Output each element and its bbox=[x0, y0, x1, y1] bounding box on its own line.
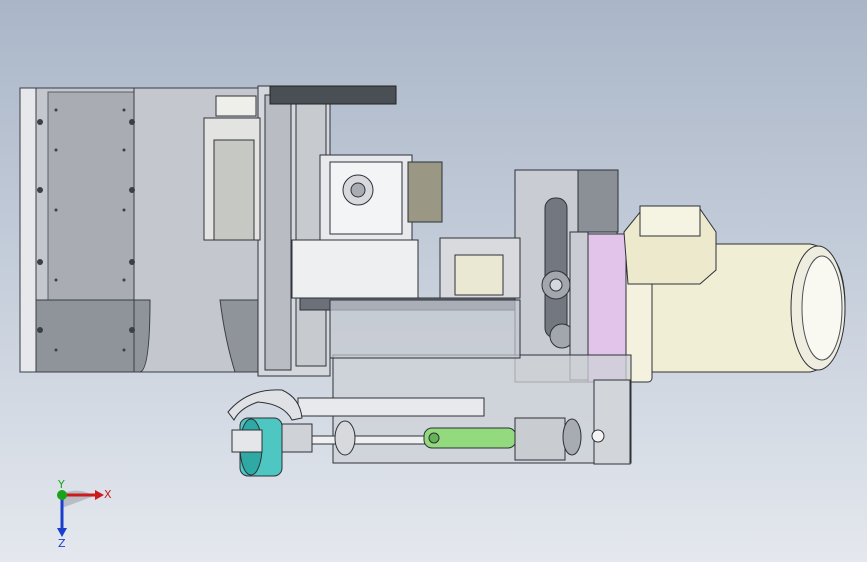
z-axis-label: Z bbox=[58, 537, 66, 548]
y-axis-label: Y bbox=[57, 478, 65, 491]
y-axis-dot bbox=[57, 490, 67, 500]
x-axis-label: X bbox=[104, 488, 112, 501]
servo-motor bbox=[623, 205, 846, 383]
cad-viewport[interactable]: X Y Z bbox=[0, 0, 867, 562]
cad-assembly-model[interactable] bbox=[0, 0, 867, 562]
coordinate-triad: X Y Z bbox=[57, 478, 112, 548]
